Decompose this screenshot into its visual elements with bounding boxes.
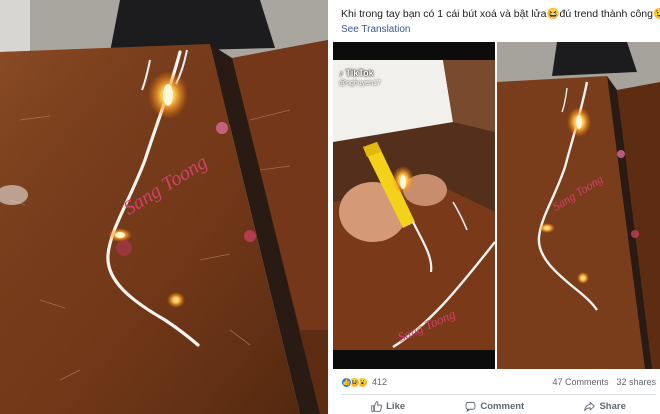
see-translation-link[interactable]: See Translation [341,24,411,35]
tiktok-username: @nghuyen17 [339,80,381,87]
desk-scene-right: Sang Toong [497,42,660,369]
tiktok-brand: TikTok [345,68,374,78]
reaction-count: 412 [372,377,388,387]
tiktok-photo[interactable]: Sang Toong ♪ TikTok @nghuyen17 [333,42,495,369]
like-icon: 👍 [341,376,352,388]
share-button-label: Share [599,400,626,412]
facebook-post: Khi trong tay bạn có 1 cái bút xoá và bậ… [333,0,660,414]
tiktok-scene: Sang Toong [333,42,495,369]
post-caption: Khi trong tay bạn có 1 cái bút xoá và bậ… [341,8,660,20]
like-button-label: Like [386,400,406,412]
desk-photo-right[interactable]: Sang Toong [497,42,660,369]
thumbs-up-icon [371,400,383,412]
reaction-summary[interactable]: 👍 😆 😮 412 [341,376,388,388]
comments-count-link[interactable]: 47 Comments [552,377,608,387]
post-action-bar: Like Comment Share [341,398,656,414]
share-button[interactable]: Share [584,400,626,412]
actions-divider [341,394,656,395]
shares-count-link[interactable]: 32 shares [616,377,656,387]
comment-icon [465,401,476,412]
left-desk-photo: Sang Toong [0,0,328,414]
tiktok-logo-icon: ♪ [339,68,344,78]
comment-button[interactable]: Comment [465,401,524,412]
share-icon [584,401,596,411]
desk-scene: Sang Toong [0,0,328,414]
post-stats: 👍 😆 😮 412 47 Comments 32 shares [341,375,656,389]
tiktok-watermark: ♪ TikTok [339,68,374,78]
comment-button-label: Comment [480,400,525,412]
like-button[interactable]: Like [371,401,405,412]
